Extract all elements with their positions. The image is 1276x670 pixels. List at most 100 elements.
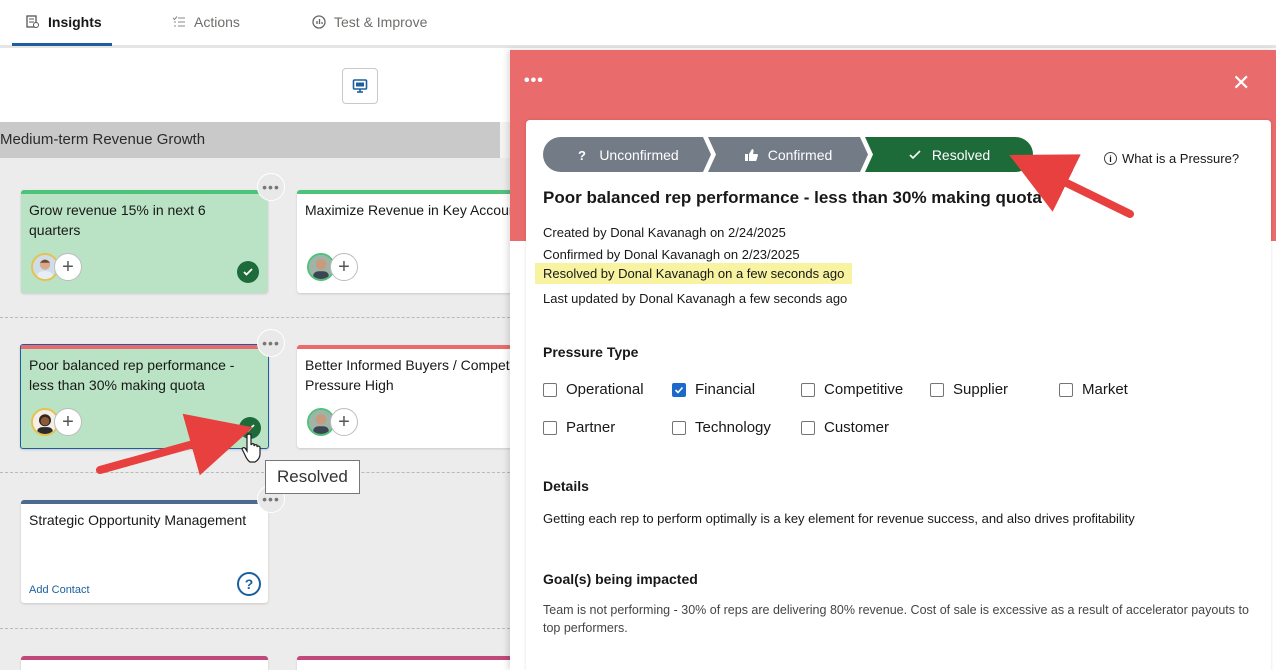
card-color-bar: [21, 345, 268, 349]
svg-text:?: ?: [578, 148, 586, 162]
checkbox-label: Competitive: [824, 381, 904, 398]
tab-test-improve-label: Test & Improve: [334, 14, 428, 30]
active-tab-indicator: [12, 43, 112, 46]
section-title: Medium-term Revenue Growth: [0, 122, 500, 158]
what-is-pressure-link[interactable]: i What is a Pressure?: [1104, 151, 1239, 166]
panel-body: ? Unconfirmed Confirmed Resolved i What …: [526, 120, 1271, 670]
checkbox[interactable]: [672, 420, 686, 435]
add-contact-icon[interactable]: +: [330, 253, 358, 281]
card-title: Grow revenue 15% in next 6 quarters: [29, 202, 206, 238]
lane-divider: [0, 628, 510, 629]
checkbox-label: Market: [1082, 381, 1128, 398]
updated-info: Last updated by Donal Kavanagh a few sec…: [543, 291, 848, 306]
card-color-bar: [21, 500, 268, 504]
pressure-title: Poor balanced rep performance - less tha…: [543, 188, 1042, 207]
card-color-bar: [297, 190, 510, 194]
goal-card[interactable]: Grow revenue 15% in next 6 quarters +: [21, 190, 268, 293]
insights-board: Medium-term Revenue Growth Grow revenue …: [0, 48, 510, 670]
pressure-card[interactable]: [21, 656, 268, 670]
presentation-mode-button[interactable]: [342, 68, 378, 104]
resolved-info-highlighted: Resolved by Donal Kavanagh on a few seco…: [535, 263, 853, 284]
add-contact-icon[interactable]: +: [54, 253, 82, 281]
pressure-type-row: Partner Technology Customer: [543, 419, 930, 436]
close-icon[interactable]: ✕: [1232, 70, 1250, 96]
info-icon: i: [1104, 152, 1117, 165]
tab-insights[interactable]: Insights: [26, 14, 102, 30]
checkbox[interactable]: [801, 382, 815, 397]
add-contact-link[interactable]: Add Contact: [29, 580, 90, 600]
pressure-card[interactable]: Better Informed Buyers / Competitive Pre…: [297, 345, 510, 448]
card-color-bar: [21, 656, 268, 660]
lane-divider: [0, 317, 510, 318]
pressure-type-option[interactable]: Supplier: [930, 381, 1059, 398]
resolved-tooltip: Resolved: [265, 460, 360, 494]
tab-test-improve[interactable]: Test & Improve: [312, 14, 427, 30]
pressure-type-option[interactable]: Competitive: [801, 381, 930, 398]
pressure-type-option[interactable]: Partner: [543, 419, 672, 436]
checkbox-label: Technology: [695, 419, 771, 436]
pressure-type-option[interactable]: Customer: [801, 419, 930, 436]
goals-text: Team is not performing - 30% of reps are…: [543, 603, 1249, 635]
checkbox-label: Partner: [566, 419, 616, 436]
created-info: Created by Donal Kavanagh on 2/24/2025: [543, 225, 786, 240]
check-icon: [909, 149, 921, 159]
tab-actions[interactable]: Actions: [172, 14, 240, 30]
resolved-check-icon[interactable]: [237, 261, 259, 283]
details-text: Getting each rep to perform optimally is…: [543, 511, 1135, 526]
checkbox[interactable]: [543, 382, 557, 397]
strategy-card[interactable]: Strategic Opportunity Management Add Con…: [21, 500, 268, 603]
help-icon[interactable]: ?: [237, 572, 261, 596]
card-menu-button[interactable]: •••: [257, 329, 285, 357]
tab-actions-label: Actions: [194, 14, 240, 30]
pressure-type-option[interactable]: Financial: [672, 381, 801, 398]
checkbox-label: Financial: [695, 381, 756, 398]
add-contact-icon[interactable]: +: [330, 408, 358, 436]
panel-menu-button[interactable]: •••: [524, 72, 544, 90]
insights-icon: [26, 15, 39, 28]
hand-cursor-icon: [241, 433, 261, 463]
pressure-type-option[interactable]: Technology: [672, 419, 801, 436]
step-resolved[interactable]: Resolved: [865, 137, 1033, 172]
board-toolbar: [0, 48, 510, 122]
resolved-info: Resolved by Donal Kavanagh on a few seco…: [535, 263, 853, 284]
checkbox-label: Operational: [566, 381, 644, 398]
help-link-label: What is a Pressure?: [1122, 151, 1240, 166]
confirmed-info: Confirmed by Donal Kavanagh on 2/23/2025: [543, 247, 800, 262]
pressure-card-selected[interactable]: Poor balanced rep performance - less tha…: [20, 344, 269, 449]
list-icon: [172, 16, 185, 27]
pressure-type-option[interactable]: Market: [1059, 381, 1188, 398]
tab-insights-label: Insights: [48, 14, 102, 30]
card-color-bar: [21, 190, 268, 194]
goal-card[interactable]: Maximize Revenue in Key Accounts +: [297, 190, 510, 293]
pressure-type-heading: Pressure Type: [543, 344, 639, 360]
card-title: Poor balanced rep performance - less tha…: [29, 357, 235, 393]
checkbox[interactable]: [801, 420, 815, 435]
question-icon: ?: [578, 148, 586, 162]
checkbox[interactable]: [543, 420, 557, 435]
chart-icon: [312, 15, 326, 29]
card-title: Strategic Opportunity Management: [29, 512, 247, 528]
pressure-card[interactable]: [297, 656, 510, 670]
checkbox[interactable]: [930, 382, 944, 397]
lane-divider: [0, 472, 510, 473]
step-label: Resolved: [931, 146, 991, 163]
step-confirmed[interactable]: Confirmed: [708, 137, 868, 172]
checkbox-label: Customer: [824, 419, 890, 436]
checkbox-checked[interactable]: [672, 382, 686, 397]
top-tab-bar: Insights Actions Test & Improve: [0, 0, 1276, 48]
pressure-type-row: Operational Financial Competitive Supplier M…: [543, 381, 1188, 398]
step-unconfirmed[interactable]: ? Unconfirmed: [543, 137, 711, 172]
pressure-type-option[interactable]: Operational: [543, 381, 672, 398]
card-color-bar: [297, 656, 510, 660]
thumbs-up-icon: [744, 148, 758, 161]
step-label: Unconfirmed: [599, 146, 679, 163]
add-contact-icon[interactable]: +: [54, 408, 82, 436]
monitor-icon: [352, 79, 368, 93]
step-label: Confirmed: [767, 146, 833, 163]
status-path: ? Unconfirmed Confirmed Resolved: [543, 137, 1033, 172]
checkbox[interactable]: [1059, 382, 1073, 397]
pressure-detail-panel: ••• ✕ ? Unconfirmed Confirmed Resolved i…: [510, 50, 1276, 670]
card-color-bar: [297, 345, 510, 349]
card-menu-button[interactable]: •••: [257, 173, 285, 201]
card-title: Better Informed Buyers / Competitive Pre…: [305, 357, 510, 393]
